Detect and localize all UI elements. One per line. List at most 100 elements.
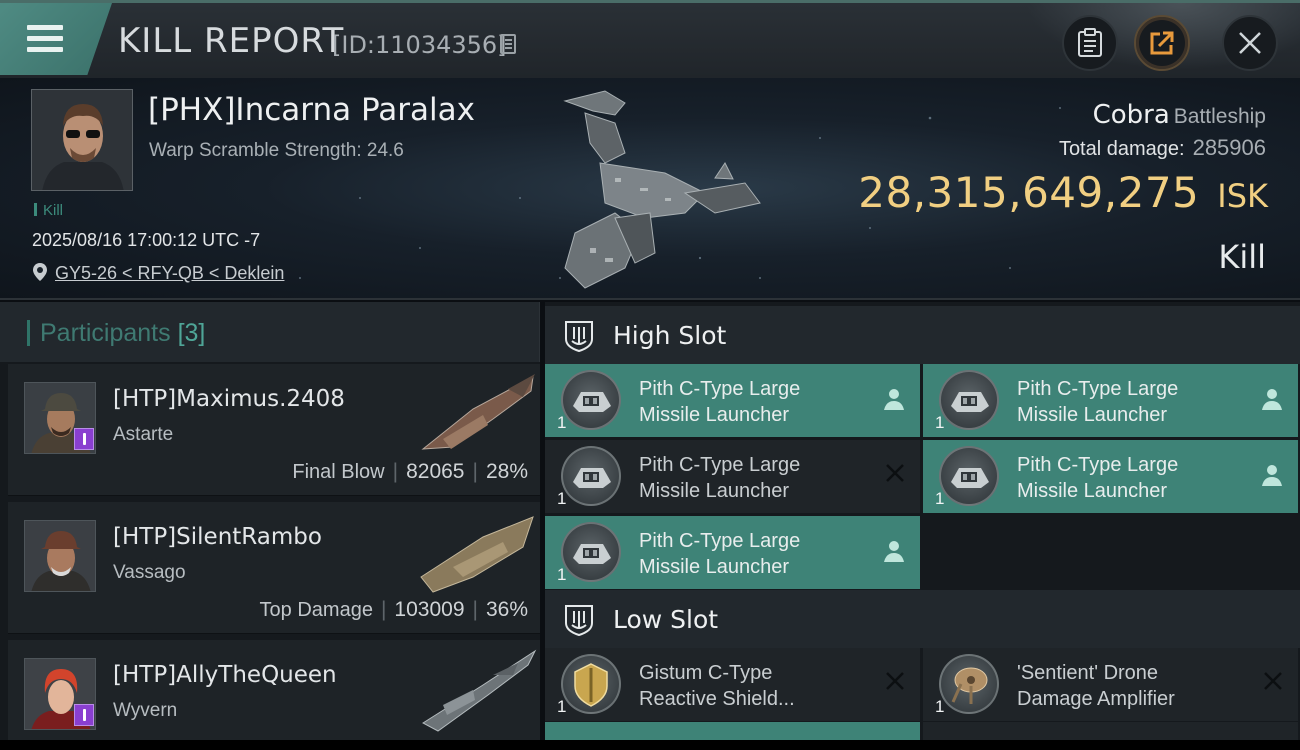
victim-avatar — [32, 90, 132, 190]
fitted-module-partial[interactable] — [923, 722, 1298, 742]
launcher-icon — [561, 522, 621, 582]
participant-ship: Astarte — [113, 424, 174, 445]
share-icon — [1150, 31, 1174, 55]
participants-count: [3] — [177, 319, 206, 347]
item-name-line: Pith C-Type Large — [639, 454, 801, 476]
item-name: Gistum C-Type Reactive Shield... — [639, 660, 879, 712]
participant-name[interactable]: [HTP]AllyTheQueen — [113, 662, 337, 688]
participant-portrait[interactable] — [24, 520, 96, 592]
item-name-line: Reactive Shield... — [639, 688, 795, 710]
victim-ship-class: Battleship — [1173, 105, 1266, 128]
stat-separator: | — [380, 598, 387, 621]
victim-ship-name: Cobra — [1092, 100, 1170, 130]
fitted-module[interactable]: 1 Pith C-Type Large Missile Launcher — [923, 364, 1298, 437]
menu-button[interactable] — [0, 3, 112, 75]
item-name-line: Pith C-Type Large — [639, 530, 801, 552]
participant-avatar — [25, 521, 95, 591]
participant-damage: 103009 — [394, 598, 465, 621]
launcher-icon — [939, 446, 999, 506]
item-name-line: Missile Launcher — [639, 480, 790, 502]
participant-ship-render — [422, 649, 537, 732]
item-quantity: 1 — [557, 489, 567, 508]
participant-row[interactable]: [HTP]SilentRambo Vassago Top Damage | 1030… — [8, 502, 540, 634]
item-name-line: Missile Launcher — [639, 556, 790, 578]
item-quantity: 1 — [935, 697, 945, 716]
victim-ship-render — [563, 90, 761, 289]
pilot-icon — [884, 541, 904, 562]
low-slot-icon — [565, 605, 593, 637]
fitted-module[interactable]: 1 Gistum C-Type Reactive Shield... — [545, 648, 920, 721]
item-name: Pith C-Type Large Missile Launcher — [639, 376, 879, 428]
participant-name[interactable]: [HTP]Maximus.2408 — [113, 386, 345, 412]
isk-value-row: 28,315,649,275 ISK — [858, 168, 1268, 217]
item-name: Pith C-Type Large Missile Launcher — [639, 528, 879, 580]
participant-row[interactable]: [HTP]Maximus.2408 Astarte Final Blow | 820… — [8, 364, 540, 496]
close-icon — [1239, 32, 1261, 54]
item-name-line: 'Sentient' Drone — [1017, 662, 1159, 684]
participant-row[interactable]: [HTP]AllyTheQueen Wyvern — [8, 640, 540, 750]
bottom-edge — [0, 740, 1300, 750]
item-quantity: 1 — [557, 413, 567, 432]
item-name-line: Pith C-Type Large — [639, 378, 801, 400]
isk-value: 28,315,649,275 — [858, 168, 1200, 217]
high-slot-title: High Slot — [613, 321, 727, 350]
destroyed-x-icon — [886, 672, 904, 690]
destroyed-x-icon — [1264, 672, 1282, 690]
participants-title-text: Participants — [40, 319, 171, 347]
fitted-module[interactable]: 1 Pith C-Type Large Missile Launcher — [545, 516, 920, 589]
drone-amplifier-icon — [939, 654, 999, 714]
victim-ship-info: Cobra Battleship — [1093, 100, 1266, 130]
fitted-module[interactable]: 1 Pith C-Type Large Missile Launcher — [545, 440, 920, 513]
total-damage-value: 285906 — [1192, 135, 1266, 160]
pilot-icon — [1262, 389, 1282, 410]
close-button[interactable] — [1222, 15, 1278, 71]
participants-title: Participants [3] — [40, 319, 205, 348]
isk-unit: ISK — [1217, 177, 1268, 215]
item-name-line: Missile Launcher — [1017, 480, 1168, 502]
launcher-icon — [561, 370, 621, 430]
participant-percent: 28% — [485, 460, 528, 483]
participant-stat-label: Final Blow — [292, 461, 385, 483]
high-slot-header: High Slot — [545, 306, 1300, 364]
item-name-line: Pith C-Type Large — [1017, 378, 1179, 400]
participant-ship: Vassago — [113, 562, 186, 583]
victim-portrait[interactable] — [31, 89, 133, 191]
item-quantity: 1 — [557, 697, 567, 716]
share-button[interactable] — [1134, 15, 1190, 71]
fitted-module[interactable]: 1 Pith C-Type Large Missile Launcher — [545, 364, 920, 437]
item-name: 'Sentient' Drone Damage Amplifier — [1017, 660, 1257, 712]
item-name-line: Missile Launcher — [639, 404, 790, 426]
total-damage: Total damage: 285906 — [1059, 135, 1266, 161]
item-quantity: 1 — [935, 413, 945, 432]
item-name: Pith C-Type Large Missile Launcher — [1017, 376, 1257, 428]
item-name-line: Gistum C-Type — [639, 662, 773, 684]
location-pin-icon — [33, 263, 47, 281]
item-name: Pith C-Type Large Missile Launcher — [639, 452, 879, 504]
item-quantity: 1 — [557, 565, 567, 584]
top-bar: KILL REPORT [ID:11034356] — [0, 0, 1300, 81]
low-slot-header: Low Slot — [545, 590, 1300, 648]
low-slot-title: Low Slot — [613, 605, 719, 634]
pilot-icon — [1262, 465, 1282, 486]
fitted-module[interactable]: 1 'Sentient' Drone Damage Amplifier — [923, 648, 1298, 721]
item-name-line: Missile Launcher — [1017, 404, 1168, 426]
victim-panel: [PHX]Incarna Paralax Warp Scramble Stren… — [0, 78, 1300, 300]
clipboard-button[interactable] — [1062, 15, 1118, 71]
fitted-module-partial[interactable] — [545, 722, 920, 742]
launcher-icon — [939, 370, 999, 430]
item-name-line: Pith C-Type Large — [1017, 454, 1179, 476]
kill-datetime: 2025/08/16 17:00:12 UTC -7 — [32, 230, 261, 250]
copy-icon[interactable] — [500, 34, 516, 54]
victim-name: [PHX]Incarna Paralax — [148, 92, 475, 128]
report-id: [ID:11034356] — [332, 31, 507, 59]
participants-header: Participants [3] — [0, 302, 540, 362]
fitted-module[interactable]: 1 Pith C-Type Large Missile Launcher — [923, 440, 1298, 513]
launcher-icon — [561, 446, 621, 506]
item-quantity: 1 — [935, 489, 945, 508]
participant-name[interactable]: [HTP]SilentRambo — [113, 524, 322, 550]
high-slot-icon — [565, 321, 593, 353]
participant-ship-render — [421, 374, 535, 450]
participant-stats: Top Damage | 103009 | 36% — [260, 598, 528, 622]
participant-ship-render — [420, 516, 534, 593]
kill-location-link[interactable]: GY5-26 < RFY-QB < Deklein — [55, 263, 284, 284]
